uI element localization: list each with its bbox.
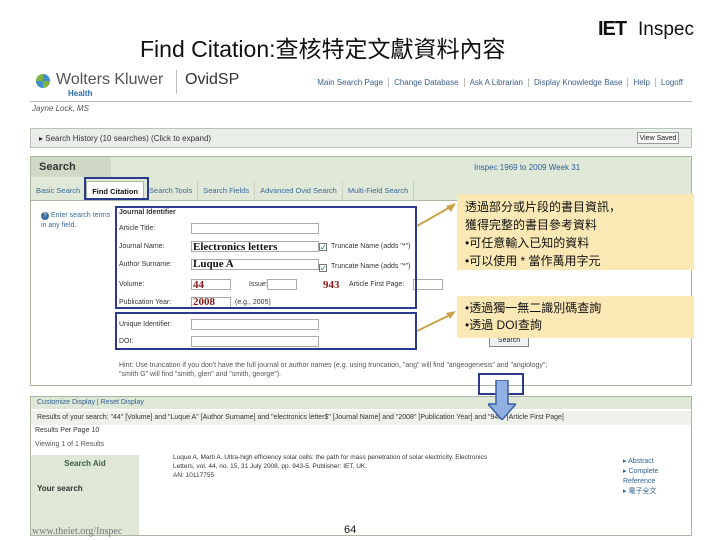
customize-display-bar[interactable]: Customize Display | Reset Display bbox=[31, 397, 691, 409]
annotation-1-line-1: 透過部分或片段的書目資訊， bbox=[465, 200, 622, 214]
page-number: 64 bbox=[344, 524, 357, 536]
annotation-1-line-4: •可以使用 * 當作萬用字元 bbox=[465, 254, 601, 268]
result-citation: Luque A, Marti A. Ultra-high efficiency … bbox=[173, 453, 503, 480]
results-per-page-select[interactable]: 10 bbox=[91, 427, 99, 434]
search-aid-sidebar: Search Aid Your search bbox=[31, 455, 139, 535]
result-an: AN: 10117755 bbox=[173, 472, 215, 479]
result-citation-text: Luque A, Marti A. Ultra-high efficiency … bbox=[173, 454, 488, 470]
search-aid-title: Search Aid bbox=[64, 459, 106, 468]
arrow-line-2 bbox=[416, 313, 453, 332]
abstract-link[interactable]: ▸ Abstract bbox=[623, 457, 691, 467]
arrow-head-2 bbox=[446, 311, 456, 319]
fulltext-link[interactable]: ▸ 電子全文 bbox=[623, 487, 691, 497]
annotation-box-partial-info: 透過部分或片段的書目資訊， 獲得完整的書目參考資料 •可任意輸入已知的資料 •可… bbox=[457, 194, 694, 270]
result-links: ▸ Abstract ▸ Complete Reference ▸ 電子全文 bbox=[623, 457, 691, 497]
results-query-bar: Results of your search: "44" [Volume] an… bbox=[31, 411, 691, 425]
annotation-1-line-3: •可任意輸入已知的資料 bbox=[465, 236, 590, 250]
annotation-2-line-2: •透過 DOI查詢 bbox=[465, 318, 542, 332]
your-search-label: Your search bbox=[37, 484, 83, 493]
annotation-1-line-2: 獲得完整的書目參考資料 bbox=[465, 218, 598, 232]
down-arrow-icon bbox=[488, 380, 516, 420]
arrow-head-1 bbox=[446, 203, 456, 212]
results-query: Results of your search: "44" [Volume] an… bbox=[37, 414, 564, 421]
footer-url: www.theiet.org/Inspec bbox=[32, 526, 123, 537]
results-per-page-label: Results Per Page bbox=[35, 427, 90, 434]
annotation-2-line-1: •透過獨一無二識別碼查詢 bbox=[465, 301, 602, 315]
results-per-page: Results Per Page 10 bbox=[35, 427, 99, 434]
results-panel: Customize Display | Reset Display Result… bbox=[30, 396, 692, 536]
annotation-box-identifier: •透過獨一無二識別碼查詢 •透過 DOI查詢 bbox=[457, 296, 694, 338]
viewing-count: Viewing 1 of 1 Results bbox=[35, 441, 105, 448]
arrow-line-1 bbox=[416, 205, 453, 227]
complete-reference-link[interactable]: ▸ Complete Reference bbox=[623, 467, 691, 487]
